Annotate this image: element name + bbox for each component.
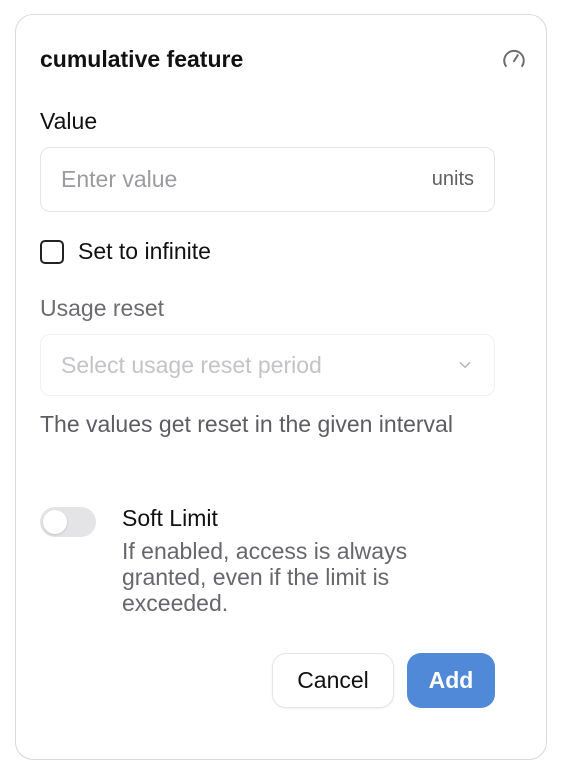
soft-limit-title: Soft Limit [122, 505, 218, 531]
value-field[interactable]: units [40, 147, 495, 212]
add-button[interactable]: Add [407, 653, 495, 708]
soft-limit-toggle[interactable] [40, 507, 96, 537]
usage-reset-help-text: The values get reset in the given interv… [40, 411, 453, 437]
gauge-icon [503, 50, 525, 68]
infinite-checkbox-row[interactable]: Set to infinite [40, 238, 211, 265]
infinite-checkbox-label[interactable]: Set to infinite [78, 238, 211, 265]
infinite-checkbox[interactable] [40, 239, 64, 264]
usage-reset-placeholder: Select usage reset period [61, 351, 322, 378]
dialog-header: cumulative feature [40, 44, 529, 74]
usage-reset-select[interactable]: Select usage reset period [40, 334, 495, 396]
unit-suffix: units [431, 168, 474, 190]
cancel-button[interactable]: Cancel [272, 653, 394, 708]
chevron-down-icon [459, 362, 471, 368]
toggle-knob [43, 510, 67, 534]
value-input[interactable] [61, 166, 432, 193]
dialog-title: cumulative feature [40, 46, 244, 72]
value-label: Value [40, 108, 98, 134]
usage-reset-label: Usage reset [40, 295, 165, 321]
soft-limit-description: If enabled, access is always granted, ev… [122, 538, 408, 616]
